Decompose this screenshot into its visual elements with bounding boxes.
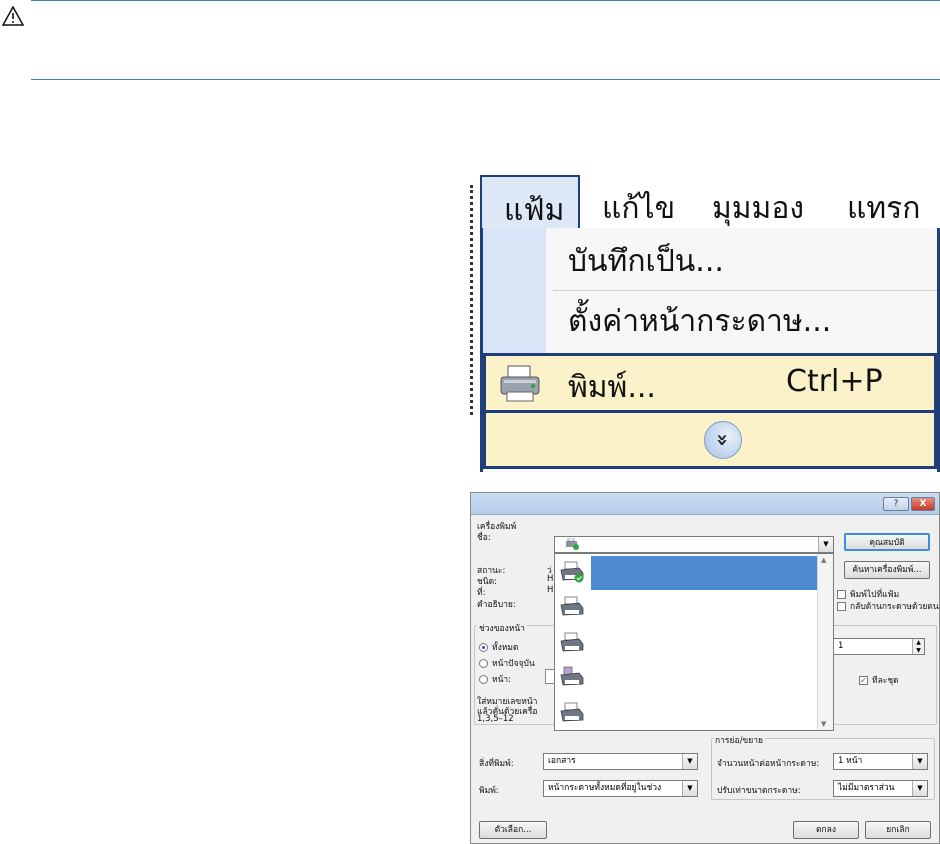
print-label: พิมพ์: <box>479 786 499 796</box>
menu-gutter <box>483 228 546 358</box>
dotted-edge <box>470 185 473 415</box>
menu-item-save-as[interactable]: บันทึกเป็น... <box>568 238 724 285</box>
scroll-up-icon[interactable]: ▲ <box>821 556 826 564</box>
printer-icon <box>500 365 540 402</box>
range-pages-label: หน้า: <box>492 675 512 685</box>
copies-input[interactable]: 1 ▲ ▼ <box>833 638 925 655</box>
menu-bar: แฟ้ม แก้ไข มุมมอง แทรก <box>475 175 940 230</box>
menu-separator <box>553 290 937 291</box>
scale-label: ปรับเท่าขนาดกระดาษ: <box>717 786 801 796</box>
printer-icon <box>560 596 584 616</box>
pages-per-sheet-label: จำนวนหน้าต่อหน้ากระดาษ: <box>717 759 820 769</box>
printer-row[interactable] <box>555 696 818 730</box>
scale-value: ไม่มีมาตราส่วน <box>838 783 895 793</box>
chevron-down-icon[interactable]: ▼ <box>682 754 697 769</box>
range-all-label: ทั้งหมด <box>492 643 519 653</box>
note-top-rule <box>31 0 940 1</box>
expand-chevron-icon[interactable]: » <box>704 421 742 459</box>
print-what-value: เอกสาร <box>548 756 576 766</box>
menu-view[interactable]: มุมมอง <box>712 185 804 232</box>
chevron-down-icon[interactable]: ▼ <box>912 781 927 796</box>
menu-file[interactable]: แฟ้ม <box>480 175 580 230</box>
scale-select[interactable]: ไม่มีมาตราส่วน ▼ <box>833 780 928 797</box>
printer-row[interactable] <box>555 660 818 694</box>
menu-item-print[interactable]: พิมพ์... Ctrl+P <box>483 353 937 413</box>
menu-expand-row[interactable]: » <box>483 413 937 469</box>
note-bottom-rule <box>31 79 940 80</box>
collate-checkbox[interactable]: ✓ ทีละชุด <box>859 673 899 687</box>
print-dialog: ? X เครื่องพิมพ์ ชื่อ: ▼ คุณสมบัติ สถานะ… <box>470 492 940 844</box>
menu-item-print-label: พิมพ์... <box>568 370 656 405</box>
printer-icon <box>560 632 584 652</box>
file-menu-dropdown: บันทึกเป็น... ตั้งค่าหน้ากระดาษ... พิมพ์… <box>480 228 940 472</box>
chevron-down-icon[interactable]: ▼ <box>912 754 927 769</box>
page-range-label: ช่วงของหน้า <box>477 621 527 635</box>
close-button[interactable]: X <box>911 497 935 511</box>
zoom-label: การย่อ/ขยาย <box>713 733 765 747</box>
pages-per-sheet-select[interactable]: 1 หน้า ▼ <box>833 753 928 770</box>
print-value: หน้ากระดาษทั้งหมดที่อยู่ในช่วง <box>548 783 662 793</box>
cancel-button[interactable]: ยกเลิก <box>865 821 931 839</box>
type-value: H <box>547 574 554 584</box>
printer-name-select[interactable]: ▼ <box>554 536 834 553</box>
chevron-down-icon[interactable]: ▼ <box>682 781 697 796</box>
warning-icon <box>2 6 24 26</box>
range-hint-line3: 1,3,5–12 <box>477 714 514 724</box>
properties-button[interactable]: คุณสมบัติ <box>844 533 930 551</box>
copies-value: 1 <box>838 641 844 651</box>
printer-default-icon <box>560 561 584 583</box>
menu-edit[interactable]: แก้ไข <box>602 185 675 232</box>
find-printer-button[interactable]: ค้นหาเครื่องพิมพ์... <box>844 561 930 579</box>
printer-row[interactable] <box>555 590 818 624</box>
printer-name-label: ชื่อ: <box>477 533 491 543</box>
print-select[interactable]: หน้ากระดาษทั้งหมดที่อยู่ในช่วง ▼ <box>543 780 698 797</box>
manual-duplex-label: กลับด้านกระดาษด้วยตนเอง <box>850 602 939 612</box>
menu-item-print-shortcut: Ctrl+P <box>786 364 883 399</box>
scroll-down-icon[interactable]: ▼ <box>821 720 826 728</box>
help-button[interactable]: ? <box>883 497 909 511</box>
printer-row[interactable] <box>555 626 818 660</box>
chevron-down-icon[interactable]: ▼ <box>818 537 833 552</box>
copies-spinner[interactable]: ▲ ▼ <box>912 639 924 654</box>
range-pages-radio[interactable]: หน้า: <box>479 672 511 686</box>
print-what-label: สิ่งที่พิมพ์: <box>479 759 514 769</box>
comment-label: คำอธิบาย: <box>477 600 516 610</box>
manual-duplex-checkbox[interactable]: กลับด้านกระดาษด้วยตนเอง <box>837 599 939 613</box>
menu-insert[interactable]: แทรก <box>847 185 920 232</box>
where-value: H <box>547 585 554 595</box>
printer-default-icon <box>566 538 579 550</box>
fax-printer-icon <box>560 666 584 686</box>
file-menu-screenshot: แฟ้ม แก้ไข มุมมอง แทรก ( บันทึกเป็น... ต… <box>470 175 940 472</box>
printer-row[interactable] <box>555 556 818 590</box>
range-all-radio[interactable]: ทั้งหมด <box>479 640 518 654</box>
pages-per-sheet-value: 1 หน้า <box>838 756 863 766</box>
dialog-titlebar: ? X <box>471 493 939 515</box>
range-current-label: หน้าปัจจุบัน <box>492 659 535 669</box>
collate-label: ทีละชุด <box>872 676 899 686</box>
options-button[interactable]: ตัวเลือก... <box>479 821 547 839</box>
ok-button[interactable]: ตกลง <box>793 821 859 839</box>
printer-dropdown-list: ▲ ▼ <box>554 553 834 731</box>
print-what-select[interactable]: เอกสาร ▼ <box>543 753 698 770</box>
printer-icon <box>560 702 584 722</box>
dropdown-scrollbar[interactable]: ▲ ▼ <box>817 554 833 730</box>
menu-item-page-setup[interactable]: ตั้งค่าหน้ากระดาษ... <box>568 298 831 345</box>
range-current-radio[interactable]: หน้าปัจจุบัน <box>479 656 535 670</box>
